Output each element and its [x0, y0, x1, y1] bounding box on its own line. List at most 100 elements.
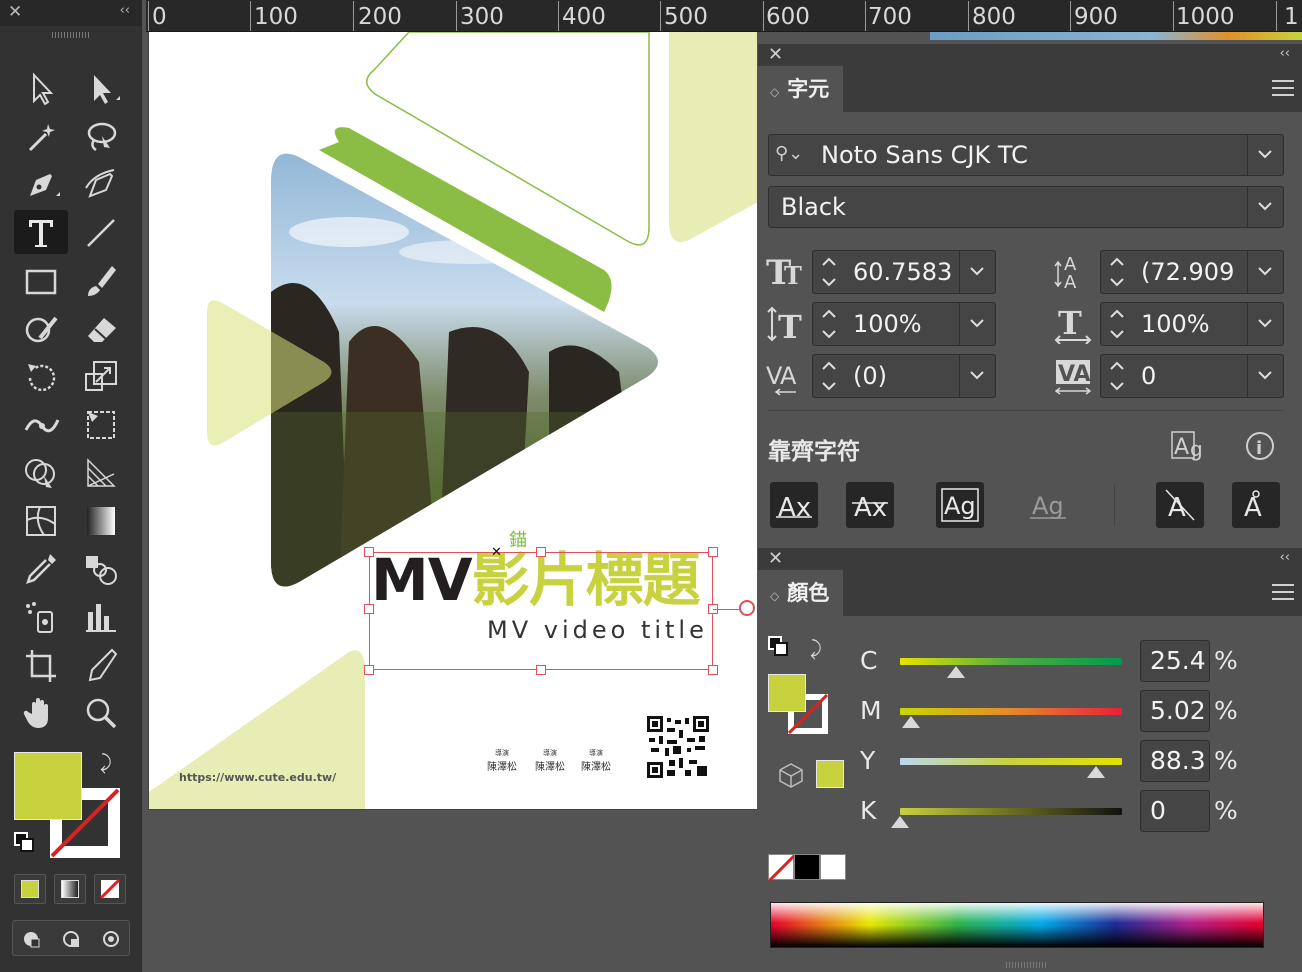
- chevron-down-icon[interactable]: [1247, 135, 1283, 175]
- black-value[interactable]: 0: [1140, 790, 1210, 832]
- magenta-slider[interactable]: [900, 708, 1122, 715]
- eyedropper-tool-icon[interactable]: [14, 546, 68, 590]
- snap-baseline-button[interactable]: Ax: [770, 482, 818, 528]
- width-tool-icon[interactable]: [14, 402, 68, 446]
- cyan-slider[interactable]: [900, 658, 1122, 665]
- slice-tool-icon[interactable]: [74, 642, 128, 686]
- black-slider[interactable]: [900, 808, 1122, 815]
- tab-color[interactable]: ◇ 顏色: [758, 570, 844, 616]
- snap-xheight-button[interactable]: Ax: [846, 482, 894, 528]
- chevron-down-icon[interactable]: [1247, 251, 1283, 293]
- panel-menu-icon[interactable]: [1272, 584, 1294, 600]
- font-family-field[interactable]: ⚲⌄ Noto Sans CJK TC: [768, 134, 1284, 176]
- selection-handle[interactable]: [364, 604, 374, 614]
- close-icon[interactable]: ✕: [8, 2, 22, 22]
- collapse-icon[interactable]: ‹‹: [120, 3, 130, 18]
- slider-thumb[interactable]: [891, 816, 909, 828]
- fill-swatch[interactable]: [768, 674, 806, 712]
- black-swatch[interactable]: [794, 854, 820, 880]
- mesh-tool-icon[interactable]: [14, 498, 68, 542]
- pen-tool-icon[interactable]: [14, 162, 68, 206]
- fill-swatch[interactable]: [14, 752, 82, 820]
- swap-fill-stroke-icon[interactable]: ⤸: [100, 750, 112, 774]
- search-icon[interactable]: ⚲⌄: [775, 143, 803, 164]
- magenta-value[interactable]: 5.02: [1140, 690, 1210, 732]
- artboard[interactable]: MV影片標題 MV video title ✕ 錨 https://www.cu…: [148, 32, 757, 810]
- shaper-tool-icon[interactable]: [14, 306, 68, 350]
- collapse-icon[interactable]: ‹‹: [1280, 550, 1290, 565]
- gamut-swatch[interactable]: [816, 760, 844, 788]
- lasso-tool-icon[interactable]: [74, 114, 128, 158]
- hand-tool-icon[interactable]: [14, 690, 68, 734]
- out-of-gamut-icon[interactable]: [778, 762, 804, 788]
- none-swatch[interactable]: [767, 853, 797, 883]
- font-style-field[interactable]: Black: [768, 186, 1284, 228]
- chevron-down-icon[interactable]: [1247, 355, 1283, 397]
- gradient-tool-icon[interactable]: [74, 498, 128, 542]
- curvature-tool-icon[interactable]: [74, 162, 128, 206]
- selection-handle[interactable]: [536, 547, 546, 557]
- chevron-down-icon[interactable]: [959, 303, 995, 345]
- chevron-down-icon[interactable]: [959, 355, 995, 397]
- snap-angular-button[interactable]: A: [1156, 482, 1204, 528]
- snap-proximity-button[interactable]: Ag: [1024, 482, 1072, 528]
- panel-grip-icon[interactable]: [1006, 962, 1046, 968]
- selection-handle[interactable]: [536, 665, 546, 675]
- gradient-mode-button[interactable]: [54, 874, 86, 904]
- tab-character[interactable]: ◇ 字元: [758, 66, 844, 112]
- symbol-sprayer-tool-icon[interactable]: [14, 594, 68, 638]
- scale-tool-icon[interactable]: [74, 354, 128, 398]
- perspective-grid-tool-icon[interactable]: [74, 450, 128, 494]
- horizontal-ruler[interactable]: 0 100 200 300 400 500 600 700 800 900 10…: [146, 0, 1302, 32]
- color-mode-button[interactable]: [14, 874, 46, 904]
- leading-field[interactable]: (72.909: [1100, 250, 1284, 294]
- chevron-down-icon[interactable]: [959, 251, 995, 293]
- column-graph-tool-icon[interactable]: [74, 594, 128, 638]
- yellow-slider[interactable]: [900, 758, 1122, 765]
- out-port-icon[interactable]: [739, 600, 755, 616]
- free-transform-tool-icon[interactable]: [74, 402, 128, 446]
- collapse-icon[interactable]: ‹‹: [1280, 46, 1290, 61]
- default-fill-stroke-icon[interactable]: [14, 832, 36, 854]
- panel-grip-icon[interactable]: [52, 32, 90, 38]
- swap-fill-stroke-icon[interactable]: ⤸: [810, 636, 822, 660]
- chevron-down-icon[interactable]: [1247, 187, 1283, 227]
- cyan-value[interactable]: 25.4: [1140, 640, 1210, 682]
- magic-wand-tool-icon[interactable]: [14, 114, 68, 158]
- selection-handle[interactable]: [708, 665, 718, 675]
- anchor-marker-icon[interactable]: ✕: [491, 545, 502, 560]
- kerning-field[interactable]: (0): [812, 354, 996, 398]
- snap-glyph-bounds-button[interactable]: Ag: [936, 482, 984, 528]
- draw-behind-icon[interactable]: [61, 929, 81, 949]
- glyph-bounds-icon[interactable]: Ag: [1170, 430, 1210, 464]
- font-size-field[interactable]: 60.7583: [812, 250, 996, 294]
- selection-handle[interactable]: [364, 665, 374, 675]
- selection-handle[interactable]: [708, 547, 718, 557]
- slider-thumb[interactable]: [1087, 766, 1106, 778]
- chevron-down-icon[interactable]: [1247, 303, 1283, 345]
- draw-normal-icon[interactable]: [21, 929, 41, 949]
- tracking-field[interactable]: 0: [1100, 354, 1284, 398]
- paintbrush-tool-icon[interactable]: [74, 258, 128, 302]
- rotate-tool-icon[interactable]: [14, 354, 68, 398]
- type-tool-icon[interactable]: [14, 210, 68, 254]
- rectangle-tool-icon[interactable]: [14, 258, 68, 302]
- vertical-scale-field[interactable]: 100%: [812, 302, 996, 346]
- eraser-tool-icon[interactable]: [74, 306, 128, 350]
- white-swatch[interactable]: [820, 854, 846, 880]
- close-icon[interactable]: ✕: [768, 44, 783, 65]
- slider-thumb[interactable]: [902, 716, 921, 728]
- panel-menu-icon[interactable]: [1272, 80, 1294, 96]
- blend-tool-icon[interactable]: [74, 546, 128, 590]
- color-spectrum[interactable]: [770, 902, 1264, 948]
- info-icon[interactable]: i: [1244, 430, 1276, 462]
- slider-thumb[interactable]: [947, 666, 966, 678]
- artboard-tool-icon[interactable]: [14, 642, 68, 686]
- horizontal-scale-field[interactable]: 100%: [1100, 302, 1284, 346]
- line-tool-icon[interactable]: [74, 210, 128, 254]
- selection-handle[interactable]: [364, 547, 374, 557]
- selection-tool-icon[interactable]: [14, 66, 68, 110]
- none-mode-button[interactable]: [94, 874, 126, 904]
- close-icon[interactable]: ✕: [768, 548, 783, 569]
- snap-anchor-button[interactable]: A: [1232, 482, 1280, 528]
